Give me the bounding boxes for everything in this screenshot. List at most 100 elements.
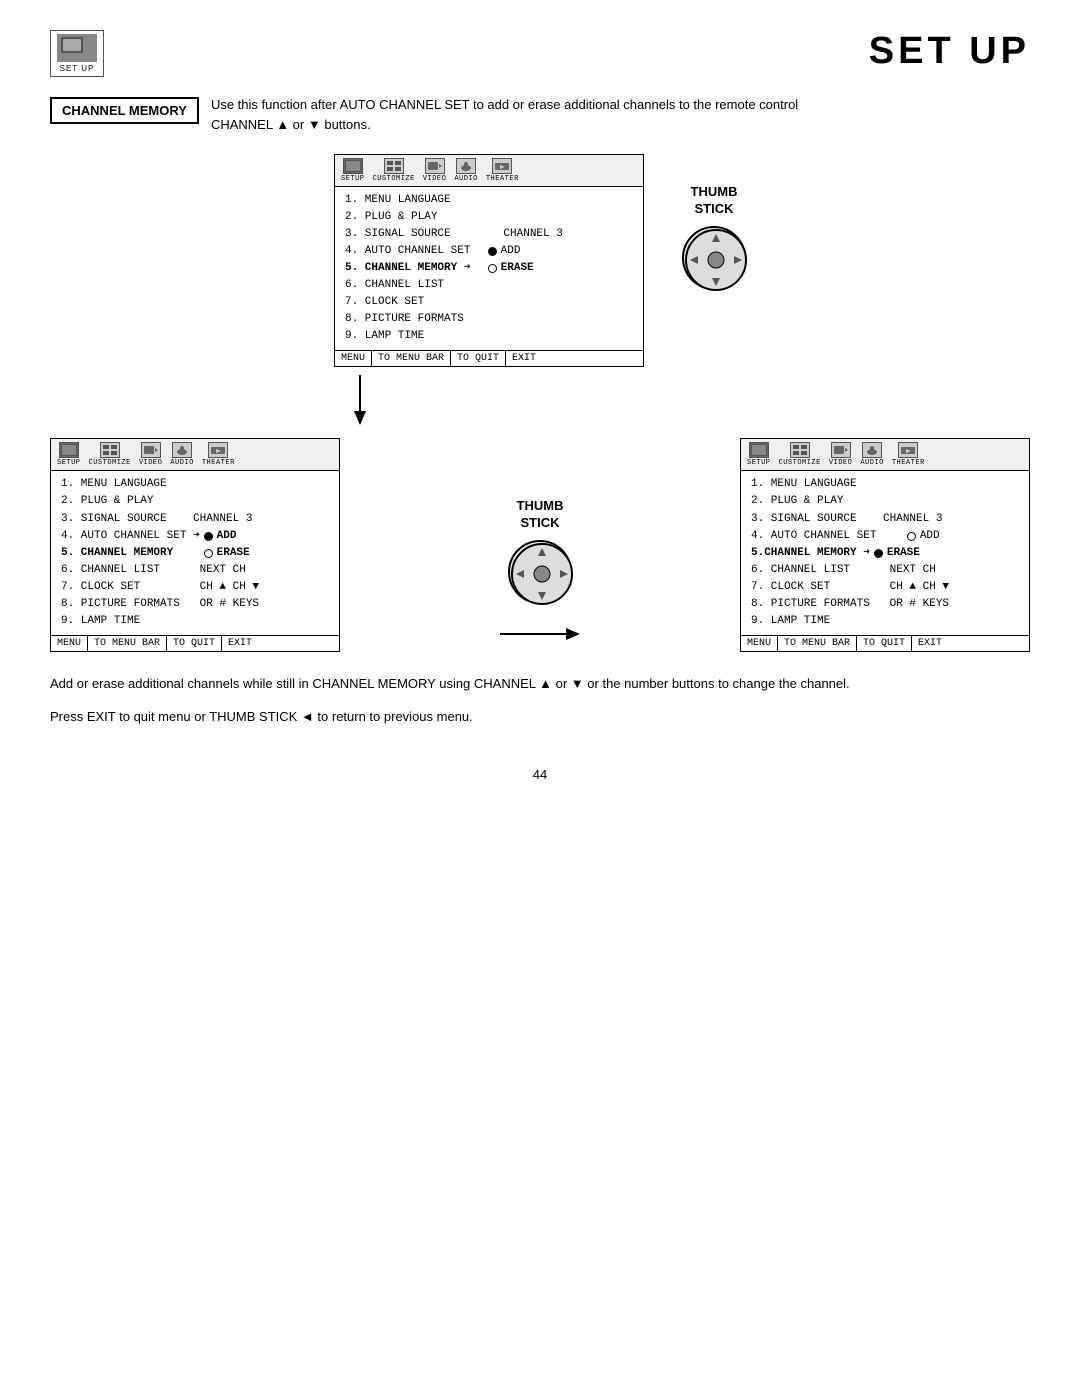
br-menu-item-2: 2. PLUG & PLAY — [751, 493, 1019, 510]
page-title: SET UP — [869, 30, 1030, 73]
bottom-left-toolbar: SETUP CUSTOMIZE VIDEO — [51, 439, 339, 471]
br-toolbar-customize-icon — [790, 442, 810, 458]
bottom-left-menu-box: SETUP CUSTOMIZE VIDEO — [50, 438, 340, 651]
bl-footer-to-quit: TO QUIT — [167, 636, 222, 651]
thumb-stick-top-circle — [682, 226, 746, 290]
thumb-stick-middle-circle — [508, 540, 572, 604]
bl-toolbar-setup-icon — [59, 442, 79, 458]
br-toolbar-setup-icon — [749, 442, 769, 458]
bl-toolbar-customize: CUSTOMIZE — [89, 442, 131, 467]
toolbar-audio-label: AUDIO — [454, 175, 478, 183]
br-radio-add-empty — [907, 532, 916, 541]
br-toolbar-theater-icon — [898, 442, 918, 458]
footer-to-menu-bar: TO MENU BAR — [372, 351, 451, 366]
br-toolbar-theater: THEATER — [892, 442, 925, 467]
br-menu-item-4: 4. AUTO CHANNEL SET ADD — [751, 528, 1019, 545]
bottom-right-menu-box: SETUP CUSTOMIZE VIDEO — [740, 438, 1030, 651]
bl-toolbar-theater: THEATER — [202, 442, 235, 467]
thumb-stick-top-label: THUMBSTICK — [691, 184, 738, 218]
toolbar-theater: THEATER — [486, 158, 519, 183]
bl-toolbar-setup: SETUP — [57, 442, 81, 467]
toolbar-audio: AUDIO — [454, 158, 478, 183]
bl-footer-menu: MENU — [51, 636, 88, 651]
bl-toolbar-video-icon — [141, 442, 161, 458]
description-text-2: Press EXIT to quit menu or THUMB STICK ◄… — [50, 707, 1030, 728]
bottom-left-menu: SETUP CUSTOMIZE VIDEO — [50, 438, 340, 651]
bl-menu-item-6: 6. CHANNEL LIST NEXT CH — [61, 562, 329, 579]
top-menu-toolbar: SETUP CUSTOMIZE VIDEO — [335, 155, 643, 187]
description-text-1: Add or erase additional channels while s… — [50, 674, 1030, 695]
menu-item-7: 7. CLOCK SET — [345, 294, 633, 311]
bottom-right-toolbar: SETUP CUSTOMIZE VIDEO — [741, 439, 1029, 471]
br-toolbar-audio-icon — [862, 442, 882, 458]
menu-item-5: 5. CHANNEL MEMORY ➜ ERASE — [345, 260, 633, 277]
menu-item-1: 1. MENU LANGUAGE — [345, 192, 633, 209]
bl-menu-item-7: 7. CLOCK SET CH ▲ CH ▼ — [61, 579, 329, 596]
br-toolbar-setup: SETUP — [747, 442, 771, 467]
top-menu-box: SETUP CUSTOMIZE VIDEO — [334, 154, 644, 367]
toolbar-audio-icon — [456, 158, 476, 174]
setup-icon — [57, 34, 97, 62]
bl-menu-item-8: 8. PICTURE FORMATS OR # KEYS — [61, 596, 329, 613]
menu-item-4: 4. AUTO CHANNEL SET ADD — [345, 243, 633, 260]
bl-menu-item-2: 2. PLUG & PLAY — [61, 493, 329, 510]
bl-footer-exit: EXIT — [222, 636, 258, 651]
menu-item-2: 2. PLUG & PLAY — [345, 209, 633, 226]
toolbar-setup: SETUP — [341, 158, 365, 183]
bottom-right-footer: MENU TO MENU BAR TO QUIT EXIT — [741, 635, 1029, 651]
br-menu-item-8: 8. PICTURE FORMATS OR # KEYS — [751, 596, 1019, 613]
br-menu-item-5: 5.CHANNEL MEMORY ➜ ERASE — [751, 545, 1019, 562]
br-footer-menu: MENU — [741, 636, 778, 651]
toolbar-customize-icon — [384, 158, 404, 174]
radio-add-filled — [488, 247, 497, 256]
toolbar-customize-label: CUSTOMIZE — [373, 175, 415, 183]
footer-exit: EXIT — [506, 351, 542, 366]
menu-item-8: 8. PICTURE FORMATS — [345, 311, 633, 328]
br-footer-to-quit: TO QUIT — [857, 636, 912, 651]
toolbar-video-label: VIDEO — [423, 175, 447, 183]
br-toolbar-video-icon — [831, 442, 851, 458]
bl-footer-to-menu-bar: TO MENU BAR — [88, 636, 167, 651]
bl-menu-item-4: 4. AUTO CHANNEL SET ➜ ADD — [61, 528, 329, 545]
toolbar-theater-icon — [492, 158, 512, 174]
bl-toolbar-theater-icon — [208, 442, 228, 458]
page-header: SET UP SET UP — [50, 30, 1030, 77]
bottom-right-menu-content: 1. MENU LANGUAGE 2. PLUG & PLAY 3. SIGNA… — [741, 471, 1029, 634]
br-footer-exit: EXIT — [912, 636, 948, 651]
thumb-stick-top: THUMBSTICK — [682, 184, 746, 290]
br-toolbar-audio: AUDIO — [860, 442, 884, 467]
bottom-left-menu-content: 1. MENU LANGUAGE 2. PLUG & PLAY 3. SIGNA… — [51, 471, 339, 634]
bl-menu-item-3: 3. SIGNAL SOURCE CHANNEL 3 — [61, 511, 329, 528]
bl-toolbar-audio: AUDIO — [170, 442, 194, 467]
channel-memory-desc: Use this function after AUTO CHANNEL SET… — [211, 95, 798, 134]
menu-item-6: 6. CHANNEL LIST — [345, 277, 633, 294]
channel-memory-section: CHANNEL MEMORY Use this function after A… — [50, 95, 1030, 134]
br-toolbar-customize: CUSTOMIZE — [779, 442, 821, 467]
br-menu-item-1: 1. MENU LANGUAGE — [751, 476, 1019, 493]
thumb-stick-middle-label: THUMBSTICK — [517, 498, 564, 532]
toolbar-theater-label: THEATER — [486, 175, 519, 183]
footer-to-quit: TO QUIT — [451, 351, 506, 366]
menu-item-3: 3. SIGNAL SOURCE CHANNEL 3 — [345, 226, 633, 243]
top-menu: SETUP CUSTOMIZE VIDEO — [334, 154, 644, 367]
bl-toolbar-customize-icon — [100, 442, 120, 458]
bottom-right-menu: SETUP CUSTOMIZE VIDEO — [740, 438, 1030, 651]
channel-memory-row: CHANNEL MEMORY Use this function after A… — [50, 95, 1030, 134]
br-footer-to-menu-bar: TO MENU BAR — [778, 636, 857, 651]
br-radio-erase-filled — [874, 549, 883, 558]
br-menu-item-9: 9. LAMP TIME — [751, 613, 1019, 630]
top-menu-footer: MENU TO MENU BAR TO QUIT EXIT — [335, 350, 643, 366]
bottom-left-footer: MENU TO MENU BAR TO QUIT EXIT — [51, 635, 339, 651]
diagram-area: SETUP CUSTOMIZE VIDEO — [50, 154, 1030, 652]
bl-radio-add-filled — [204, 532, 213, 541]
toolbar-video: VIDEO — [423, 158, 447, 183]
footer-menu: MENU — [335, 351, 372, 366]
toolbar-setup-label: SETUP — [341, 175, 365, 183]
bottom-row: SETUP CUSTOMIZE VIDEO — [50, 438, 1030, 651]
bl-toolbar-video: VIDEO — [139, 442, 163, 467]
br-toolbar-video: VIDEO — [829, 442, 853, 467]
br-menu-item-6: 6. CHANNEL LIST NEXT CH — [751, 562, 1019, 579]
setup-icon-box: SET UP — [50, 30, 104, 77]
setup-icon-label: SET UP — [60, 64, 95, 73]
bl-menu-item-9: 9. LAMP TIME — [61, 613, 329, 630]
